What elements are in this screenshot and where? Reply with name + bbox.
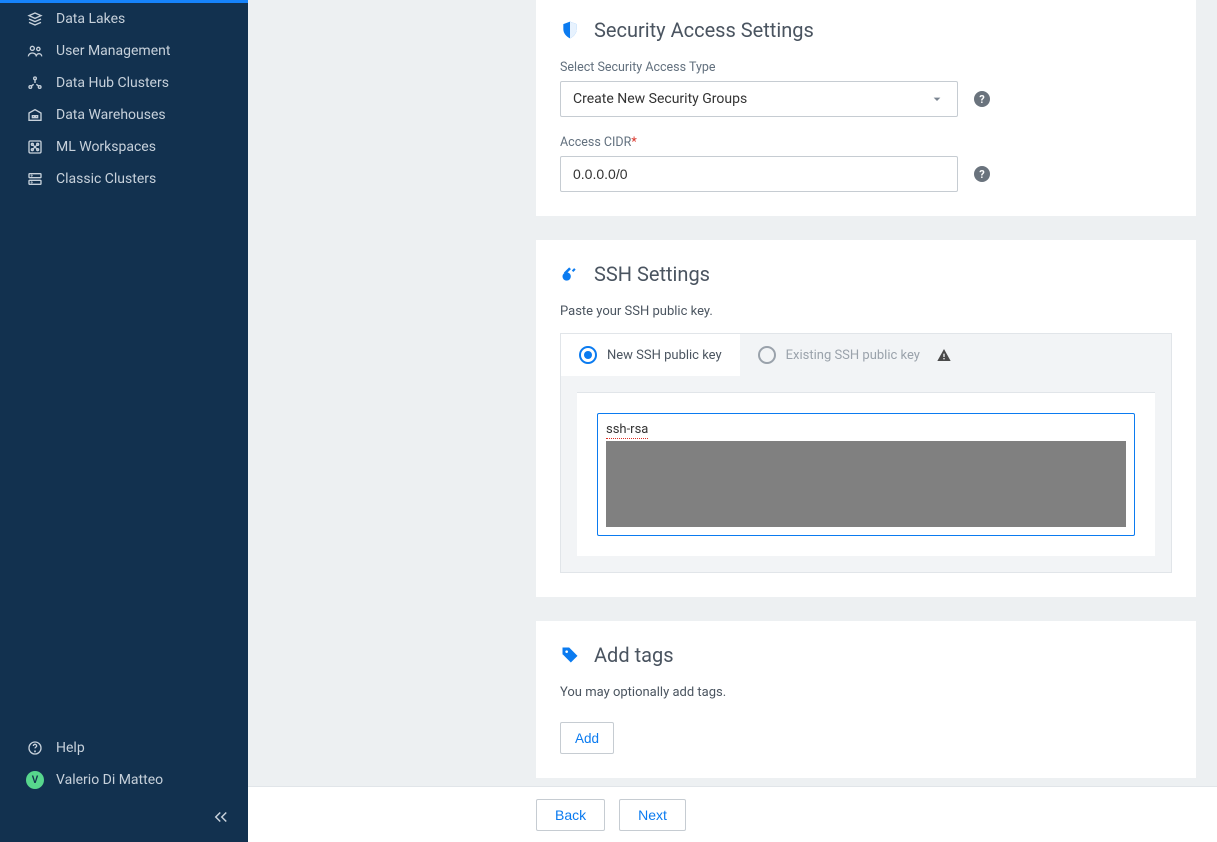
add-tag-label: Add: [575, 731, 599, 746]
access-cidr-help-icon[interactable]: ?: [974, 166, 990, 182]
chevron-down-icon: [929, 91, 945, 107]
sidebar-item-label: User Management: [56, 43, 170, 59]
key-icon: [560, 264, 580, 284]
sidebar-help-label: Help: [56, 740, 85, 756]
users-icon: [24, 43, 46, 59]
security-select-label: Select Security Access Type: [560, 60, 1172, 75]
cluster-icon: [24, 75, 46, 91]
security-select-value: Create New Security Groups: [573, 91, 747, 107]
ssh-key-prefix: ssh-rsa: [606, 422, 648, 439]
help-icon: [24, 740, 46, 756]
section-security-title: Security Access Settings: [594, 18, 814, 42]
sidebar-nav: Data Lakes User Management Data Hub Clus…: [0, 0, 248, 195]
security-access-type-select[interactable]: Create New Security Groups: [560, 81, 958, 117]
next-button[interactable]: Next: [619, 799, 686, 831]
sidebar-user-name: Valerio Di Matteo: [56, 772, 163, 788]
sidebar-item-data-hub-clusters[interactable]: Data Hub Clusters: [0, 67, 248, 99]
shield-icon: [560, 20, 580, 40]
section-ssh-title: SSH Settings: [594, 262, 710, 286]
sidebar-accent: [0, 0, 248, 3]
tab-existing-ssh-label: Existing SSH public key: [786, 348, 920, 363]
sidebar-item-label: Data Lakes: [56, 11, 125, 27]
warning-icon: [936, 347, 952, 363]
sidebar-item-ml-workspaces[interactable]: ML Workspaces: [0, 131, 248, 163]
sidebar-item-help[interactable]: Help: [0, 732, 248, 764]
sidebar-item-label: ML Workspaces: [56, 139, 156, 155]
sidebar-item-data-warehouses[interactable]: Data Warehouses: [0, 99, 248, 131]
required-asterisk: *: [631, 135, 636, 150]
sidebar: Data Lakes User Management Data Hub Clus…: [0, 0, 248, 842]
access-cidr-label: Access CIDR*: [560, 135, 1172, 150]
section-security: Security Access Settings Select Security…: [536, 0, 1196, 216]
security-select-help-icon[interactable]: ?: [974, 91, 990, 107]
sidebar-item-data-lakes[interactable]: Data Lakes: [0, 3, 248, 35]
sidebar-bottom: Help V Valerio Di Matteo: [0, 732, 248, 842]
ssh-tabs: New SSH public key Existing SSH public k…: [561, 334, 1171, 376]
access-cidr-label-text: Access CIDR: [560, 135, 631, 150]
avatar: V: [24, 771, 46, 789]
tag-icon: [560, 645, 580, 665]
section-ssh: SSH Settings Paste your SSH public key. …: [536, 240, 1196, 597]
access-cidr-input-wrapper: [560, 156, 958, 192]
ssh-public-key-textarea[interactable]: ssh-rsa: [597, 413, 1135, 536]
next-button-label: Next: [638, 807, 667, 823]
sidebar-item-label: Classic Clusters: [56, 171, 156, 187]
sidebar-item-label: Data Warehouses: [56, 107, 166, 123]
ml-icon: [24, 139, 46, 155]
sidebar-item-label: Data Hub Clusters: [56, 75, 169, 91]
section-tags: Add tags You may optionally add tags. Ad…: [536, 621, 1196, 778]
ssh-hint: Paste your SSH public key.: [560, 304, 1172, 319]
ssh-key-redacted: [606, 441, 1126, 527]
tab-new-ssh-key[interactable]: New SSH public key: [561, 334, 740, 376]
main: Security Access Settings Select Security…: [248, 0, 1217, 842]
avatar-initial: V: [26, 771, 44, 789]
server-icon: [24, 171, 46, 187]
wizard-footer: Back Next: [248, 786, 1217, 842]
sidebar-user[interactable]: V Valerio Di Matteo: [0, 764, 248, 796]
section-tags-title: Add tags: [594, 643, 674, 667]
back-button-label: Back: [555, 807, 586, 823]
collapse-sidebar-button[interactable]: [212, 808, 230, 826]
sidebar-item-user-management[interactable]: User Management: [0, 35, 248, 67]
ssh-tab-body: ssh-rsa: [577, 392, 1155, 556]
tab-existing-ssh-key[interactable]: Existing SSH public key: [740, 334, 970, 376]
sidebar-item-classic-clusters[interactable]: Classic Clusters: [0, 163, 248, 195]
radio-unchecked-icon: [758, 346, 776, 364]
tags-hint: You may optionally add tags.: [560, 685, 1172, 700]
ssh-panel: New SSH public key Existing SSH public k…: [560, 333, 1172, 573]
back-button[interactable]: Back: [536, 799, 605, 831]
access-cidr-input[interactable]: [573, 166, 945, 182]
tab-new-ssh-label: New SSH public key: [607, 348, 722, 363]
radio-checked-icon: [579, 346, 597, 364]
add-tag-button[interactable]: Add: [560, 722, 614, 754]
warehouse-icon: [24, 107, 46, 123]
layers-icon: [24, 11, 46, 27]
